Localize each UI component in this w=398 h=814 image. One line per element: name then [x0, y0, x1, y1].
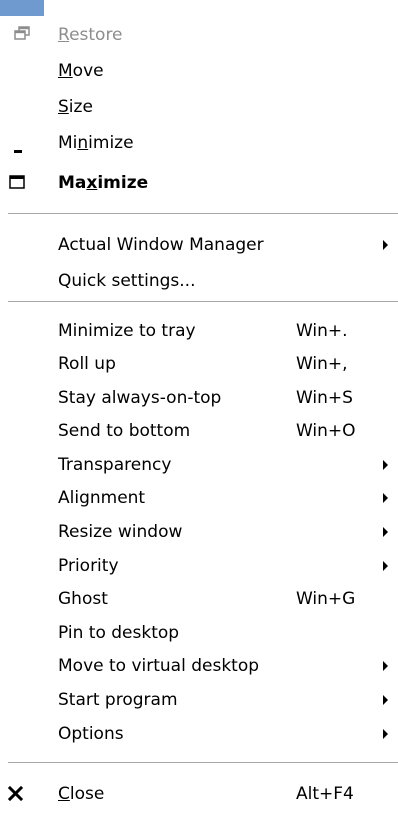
- menu-item-move[interactable]: Move: [0, 54, 398, 88]
- menu-item-close[interactable]: Close Alt+F4: [0, 777, 398, 811]
- minimize-icon: [0, 126, 50, 160]
- menu-item-actual-window-manager[interactable]: Actual Window Manager: [0, 228, 398, 262]
- menu-item-ghost[interactable]: Ghost Win+G: [0, 582, 398, 616]
- menu-item-roll-up[interactable]: Roll up Win+,: [0, 347, 398, 381]
- menu-item-label: Size: [58, 97, 93, 117]
- menu-item-shortcut: Win+O: [296, 421, 356, 441]
- menu-item-quick-settings[interactable]: Quick settings...: [0, 264, 398, 298]
- menu-item-shortcut: Win+.: [296, 321, 348, 341]
- submenu-arrow-icon: [383, 661, 388, 671]
- submenu-arrow-icon: [383, 240, 388, 250]
- menu-separator: [8, 762, 398, 764]
- menu-item-pin-to-desktop[interactable]: Pin to desktop: [0, 616, 398, 650]
- submenu-arrow-icon: [383, 527, 388, 537]
- menu-item-send-to-bottom[interactable]: Send to bottom Win+O: [0, 414, 398, 448]
- menu-item-label: Transparency: [58, 455, 172, 475]
- menu-item-label: Options: [58, 724, 124, 744]
- submenu-arrow-icon: [383, 561, 388, 571]
- title-bar-fragment: [0, 0, 44, 16]
- menu-item-priority[interactable]: Priority: [0, 549, 398, 583]
- menu-item-shortcut: Win+S: [296, 388, 353, 408]
- menu-item-label: Move to virtual desktop: [58, 656, 260, 676]
- menu-item-label: Start program: [58, 690, 178, 710]
- menu-separator: [8, 213, 398, 215]
- menu-item-label: Roll up: [58, 354, 116, 374]
- menu-item-minimize-to-tray[interactable]: Minimize to tray Win+.: [0, 314, 398, 348]
- maximize-icon: [0, 166, 50, 200]
- menu-item-label: Minimize: [58, 133, 134, 153]
- menu-item-label: Actual Window Manager: [58, 235, 264, 255]
- menu-item-minimize[interactable]: Minimize: [0, 126, 398, 160]
- submenu-arrow-icon: [383, 493, 388, 503]
- menu-separator: [8, 301, 398, 303]
- close-icon: [0, 777, 50, 811]
- menu-item-shortcut: Win+G: [296, 589, 356, 609]
- window-system-menu: Restore Move Size Minimize Maximize Actu…: [0, 0, 398, 814]
- menu-item-label: Stay always-on-top: [58, 388, 222, 408]
- menu-top-strip: [44, 0, 398, 16]
- submenu-arrow-icon: [383, 695, 388, 705]
- menu-item-move-to-virtual-desktop[interactable]: Move to virtual desktop: [0, 649, 398, 683]
- menu-item-label: Resize window: [58, 522, 183, 542]
- menu-item-options[interactable]: Options: [0, 717, 398, 751]
- menu-item-label: Quick settings...: [58, 271, 196, 291]
- menu-item-label: Priority: [58, 556, 119, 576]
- submenu-arrow-icon: [383, 460, 388, 470]
- menu-item-label: Alignment: [58, 488, 146, 508]
- menu-item-label: Minimize to tray: [58, 321, 196, 341]
- menu-item-label: Maximize: [58, 173, 149, 193]
- menu-item-size[interactable]: Size: [0, 90, 398, 124]
- menu-item-start-program[interactable]: Start program: [0, 683, 398, 717]
- menu-item-alignment[interactable]: Alignment: [0, 481, 398, 515]
- menu-item-label: Send to bottom: [58, 421, 191, 441]
- menu-item-resize-window[interactable]: Resize window: [0, 515, 398, 549]
- restore-icon: [0, 18, 50, 52]
- menu-item-maximize[interactable]: Maximize: [0, 166, 398, 200]
- menu-item-label: Ghost: [58, 589, 108, 609]
- menu-item-shortcut: Alt+F4: [296, 784, 354, 804]
- menu-item-restore: Restore: [0, 18, 398, 52]
- menu-item-label: Move: [58, 61, 104, 81]
- menu-item-label: Pin to desktop: [58, 623, 180, 643]
- menu-item-shortcut: Win+,: [296, 354, 348, 374]
- menu-item-transparency[interactable]: Transparency: [0, 448, 398, 482]
- menu-item-label: Close: [58, 784, 105, 804]
- submenu-arrow-icon: [383, 729, 388, 739]
- menu-item-stay-always-on-top[interactable]: Stay always-on-top Win+S: [0, 381, 398, 415]
- menu-item-label: Restore: [58, 25, 123, 45]
